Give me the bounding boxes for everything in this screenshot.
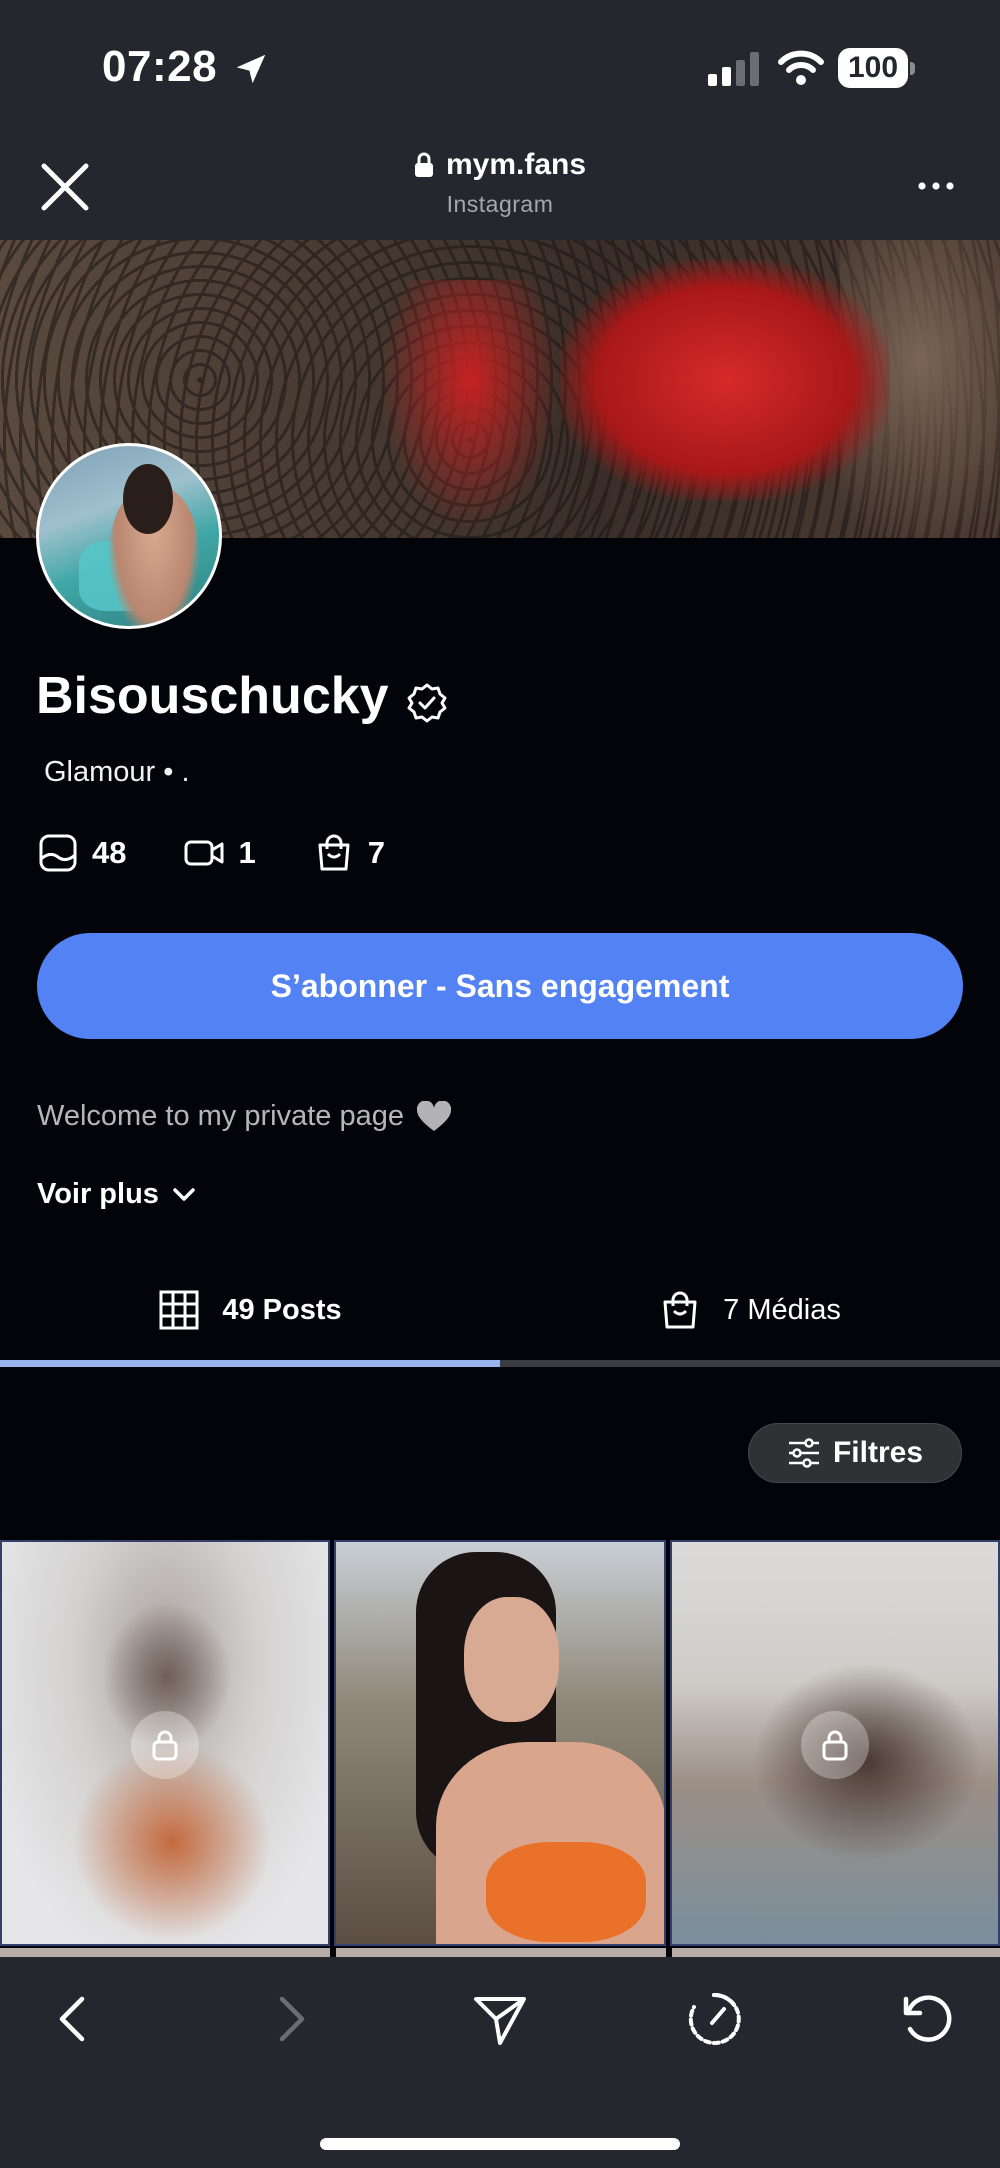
bio-text: Welcome to my private page [37,1100,404,1132]
lock-icon [822,1730,848,1761]
chevron-down-icon [173,1187,195,1201]
profile-bio: Welcome to my private page [37,1100,452,1133]
stat-videos-count: 1 [238,835,256,870]
subscribe-button[interactable]: S’abonner - Sans engagement [37,933,963,1039]
avatar[interactable] [36,443,222,629]
share-button[interactable] [472,1991,528,2047]
close-icon[interactable] [38,160,92,214]
stat-images: 48 [38,833,126,873]
content-tabs: 49 Posts 7 Médias [0,1260,1000,1368]
cellular-signal-icon [708,52,759,86]
profile-stats: 48 1 7 [38,830,443,876]
wifi-icon [778,50,824,85]
stat-images-count: 48 [92,835,127,870]
tab-posts[interactable]: 49 Posts [0,1260,500,1360]
url-domain: mym.fans [445,148,587,181]
battery-indicator: 100 [838,48,915,88]
reload-button[interactable] [898,1991,954,2047]
send-icon [474,1997,526,2045]
stat-medias: 7 [314,833,385,873]
page: 07:28 100 mym.fans Instagram Bisouschuck… [0,0,1000,2168]
tab-medias[interactable]: 7 Médias [500,1260,1000,1360]
bag-icon [318,834,350,871]
verified-badge-icon [407,683,447,723]
posts-grid [0,1538,1000,1960]
active-tab-indicator [0,1360,500,1367]
post-tile-locked[interactable] [0,1540,330,1946]
reload-icon [903,1995,952,2042]
lock-icon [152,1730,178,1761]
browser-header: 07:28 100 mym.fans Instagram [0,0,1000,240]
post-tile[interactable] [334,1540,666,1946]
post-tile-locked[interactable] [670,1540,1000,1946]
heart-icon [416,1100,451,1131]
image-icon [39,834,77,872]
location-arrow-icon [236,54,266,84]
stat-medias-count: 7 [367,835,385,870]
more-options-icon[interactable] [916,174,956,198]
chevron-left-icon [59,1996,85,2042]
back-button[interactable] [46,1991,102,2047]
status-time: 07:28 [102,42,218,91]
home-indicator[interactable] [320,2138,680,2150]
see-more-label: Voir plus [37,1178,159,1210]
lock-badge [801,1711,869,1779]
stat-videos: 1 [184,833,256,873]
profile-tagline: Glamour • . [44,756,190,788]
video-icon [184,840,224,866]
tab-medias-label: 7 Médias [723,1293,841,1326]
lock-badge [131,1711,199,1779]
sliders-icon [788,1438,819,1468]
see-more-link[interactable]: Voir plus [37,1178,197,1211]
filters-label: Filtres [832,1436,924,1469]
profile-name: Bisouschucky [36,667,389,725]
tab-posts-label: 49 Posts [222,1293,342,1326]
speedometer-button[interactable] [686,1991,742,2047]
url-source: Instagram [446,191,554,217]
chevron-right-icon [279,1996,305,2042]
bag-icon [663,1291,697,1329]
browser-toolbar [0,1957,1000,2168]
lock-icon [414,152,433,177]
address-bar[interactable]: mym.fans Instagram [300,148,700,218]
speedometer-icon [688,1992,741,2045]
grid-icon [159,1290,199,1330]
battery-level: 100 [847,51,899,84]
filters-button[interactable]: Filtres [748,1423,962,1483]
forward-button[interactable] [262,1991,318,2047]
